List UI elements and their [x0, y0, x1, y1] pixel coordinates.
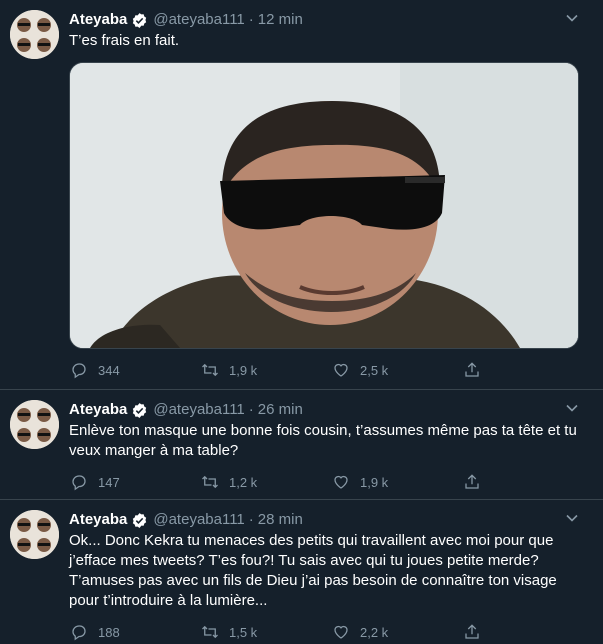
author-name[interactable]: Ateyaba — [69, 10, 127, 30]
author-handle[interactable]: @ateyaba111 — [153, 400, 244, 420]
tweet-actions: 344 1,9 k 2,5 k — [69, 355, 587, 385]
separator-dot: · — [248, 511, 254, 528]
tweet-actions: 147 1,2 k 1,9 k — [69, 467, 587, 497]
author-handle[interactable]: @ateyaba111 — [153, 10, 244, 30]
chevron-down-icon[interactable] — [565, 401, 579, 420]
timestamp[interactable]: 26 min — [258, 400, 303, 420]
share-button[interactable] — [462, 622, 502, 642]
separator-dot: · — [248, 401, 254, 418]
reply-count: 147 — [98, 474, 120, 490]
tweet[interactable]: Ateyaba @ateyaba111 · 26 min Enlève ton … — [0, 390, 603, 500]
share-button[interactable] — [462, 360, 502, 380]
tweet-header: Ateyaba @ateyaba111 · 28 min — [69, 510, 587, 530]
share-icon — [462, 472, 482, 492]
verified-badge-icon — [131, 12, 148, 29]
tweet-text: T’es frais en fait. — [69, 32, 180, 49]
retweet-count: 1,9 k — [229, 362, 258, 378]
reply-count: 188 — [98, 624, 120, 640]
verified-badge-icon — [131, 402, 148, 419]
avatar[interactable] — [10, 400, 59, 449]
author-name[interactable]: Ateyaba — [69, 510, 127, 530]
verified-badge-icon — [131, 512, 148, 529]
tweet-header: Ateyaba @ateyaba111 · 12 min — [69, 10, 587, 30]
share-icon — [462, 622, 482, 642]
author-handle[interactable]: @ateyaba111 — [153, 510, 244, 530]
share-icon — [462, 360, 482, 380]
retweet-button[interactable]: 1,2 k — [200, 472, 331, 492]
avatar[interactable] — [10, 10, 59, 59]
reply-icon — [69, 472, 89, 492]
timeline: Ateyaba @ateyaba111 · 12 min T’es frais … — [0, 0, 603, 644]
retweet-button[interactable]: 1,5 k — [200, 622, 331, 642]
tweet-text: Enlève ton masque une bonne fois cousin,… — [69, 422, 581, 459]
share-button[interactable] — [462, 472, 502, 492]
retweet-button[interactable]: 1,9 k — [200, 360, 331, 380]
like-icon — [331, 472, 351, 492]
separator-dot: · — [248, 11, 254, 28]
tweet[interactable]: Ateyaba @ateyaba111 · 28 min Ok... Donc … — [0, 500, 603, 644]
retweet-icon — [200, 622, 220, 642]
like-icon — [331, 360, 351, 380]
like-button[interactable]: 2,5 k — [331, 360, 462, 380]
like-count: 2,5 k — [360, 362, 389, 378]
tweet-header: Ateyaba @ateyaba111 · 26 min — [69, 400, 587, 420]
tweet[interactable]: Ateyaba @ateyaba111 · 12 min T’es frais … — [0, 0, 603, 390]
retweet-count: 1,2 k — [229, 474, 258, 490]
avatar[interactable] — [10, 510, 59, 559]
reply-button[interactable]: 188 — [69, 622, 200, 642]
like-count: 1,9 k — [360, 474, 389, 490]
reply-icon — [69, 360, 89, 380]
retweet-icon — [200, 472, 220, 492]
tweet-image[interactable] — [69, 62, 579, 349]
timestamp[interactable]: 12 min — [258, 10, 303, 30]
reply-button[interactable]: 344 — [69, 360, 200, 380]
tweet-text: Ok... Donc Kekra tu menaces des petits q… — [69, 532, 561, 609]
reply-button[interactable]: 147 — [69, 472, 200, 492]
timestamp[interactable]: 28 min — [258, 510, 303, 530]
chevron-down-icon[interactable] — [565, 511, 579, 530]
like-icon — [331, 622, 351, 642]
tweet-actions: 188 1,5 k 2,2 k — [69, 617, 587, 644]
author-name[interactable]: Ateyaba — [69, 400, 127, 420]
retweet-count: 1,5 k — [229, 624, 258, 640]
reply-count: 344 — [98, 362, 120, 378]
reply-icon — [69, 622, 89, 642]
like-count: 2,2 k — [360, 624, 389, 640]
retweet-icon — [200, 360, 220, 380]
like-button[interactable]: 1,9 k — [331, 472, 462, 492]
like-button[interactable]: 2,2 k — [331, 622, 462, 642]
chevron-down-icon[interactable] — [565, 11, 579, 30]
